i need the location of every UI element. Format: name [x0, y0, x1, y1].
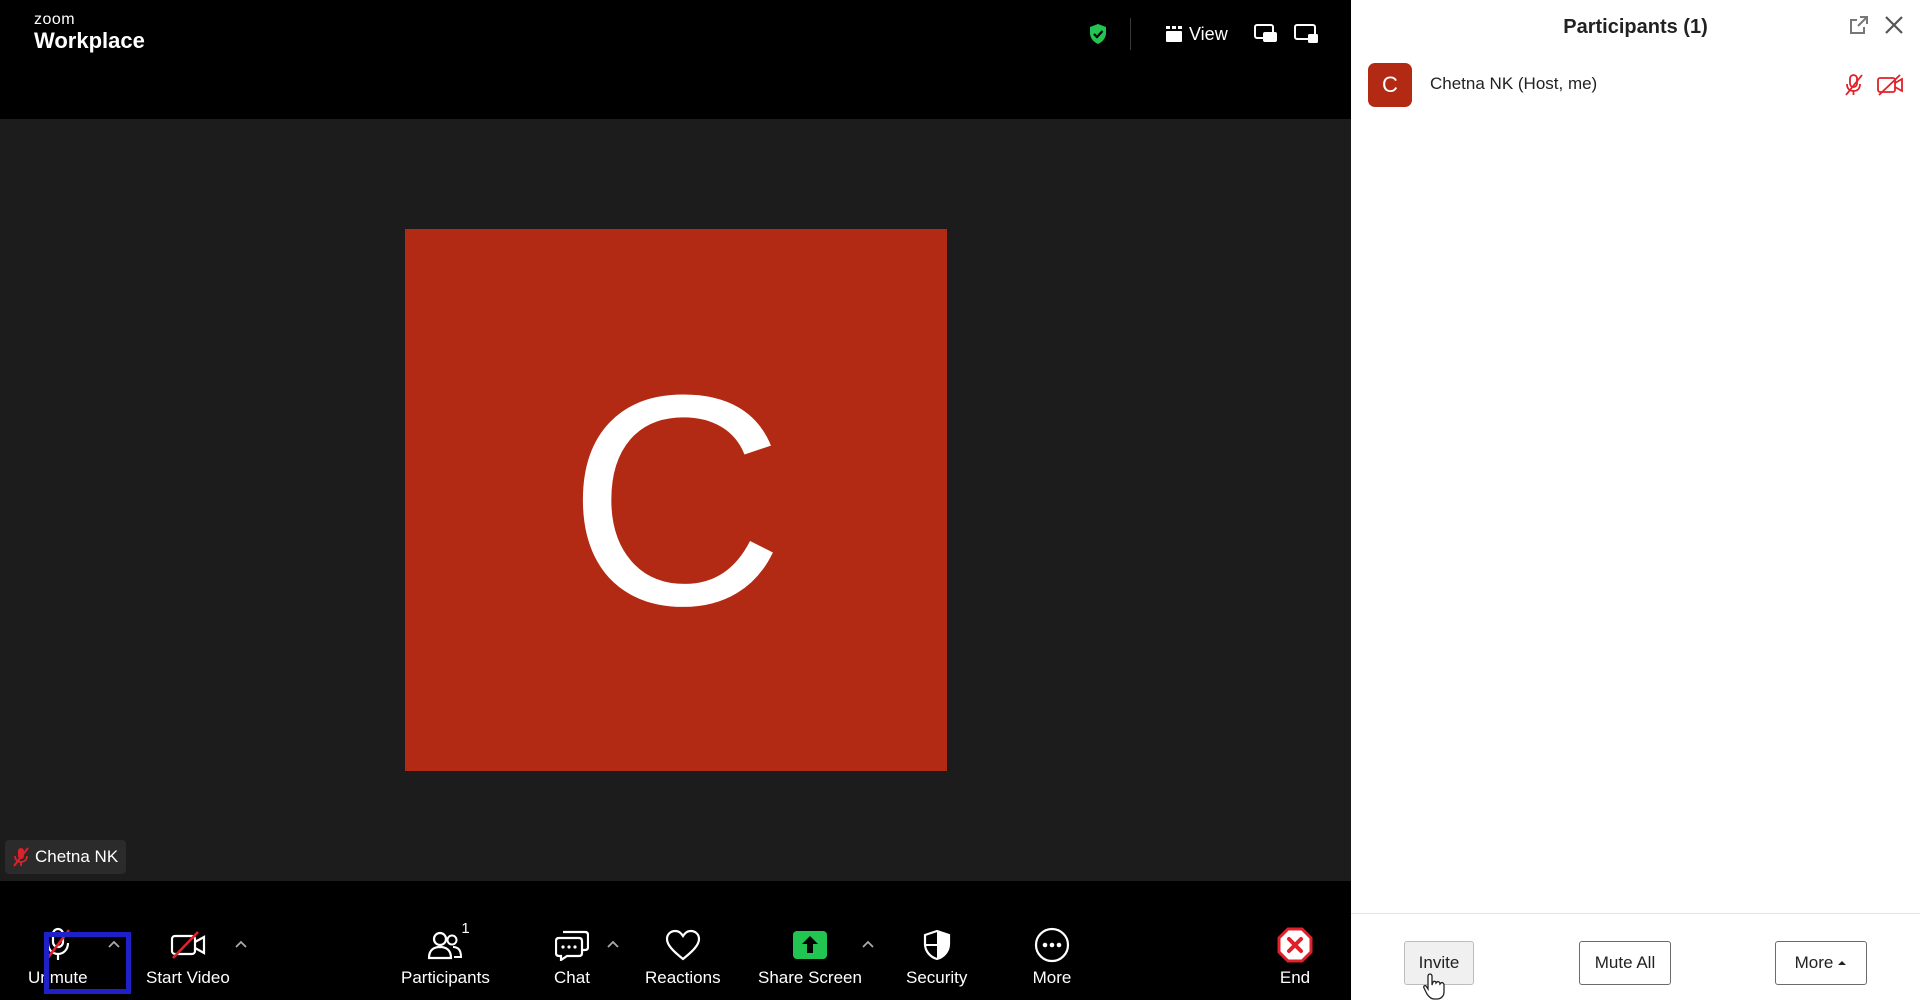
participant-avatar-tile[interactable]: C: [405, 229, 947, 771]
security-button[interactable]: Security: [906, 926, 967, 988]
security-shield-icon: [923, 929, 950, 961]
chat-icon: [555, 930, 589, 961]
panel-more-button[interactable]: More: [1775, 941, 1867, 985]
participant-name-tag: Chetna NK: [5, 840, 127, 874]
mute-all-button[interactable]: Mute All: [1579, 941, 1671, 985]
more-dots-icon: [1034, 927, 1070, 963]
participants-count-badge: 1: [461, 920, 470, 937]
participant-avatar: C: [1368, 63, 1412, 107]
participants-label: Participants: [401, 968, 490, 987]
heart-icon: [665, 929, 700, 961]
reactions-button[interactable]: Reactions: [645, 926, 721, 988]
end-meeting-button[interactable]: End: [1275, 926, 1315, 988]
pop-out-icon[interactable]: [1848, 14, 1870, 36]
fullscreen-icon[interactable]: [1293, 22, 1319, 46]
chat-label: Chat: [554, 968, 590, 987]
zoom-workplace-logo: zoom Workplace: [34, 12, 145, 52]
chat-options-caret-icon[interactable]: [605, 938, 621, 950]
name-tag-label: Chetna NK: [35, 847, 119, 866]
logo-line-1: zoom: [34, 11, 76, 28]
reactions-label: Reactions: [645, 968, 721, 987]
logo-line-2: Workplace: [34, 28, 145, 53]
muted-mic-icon[interactable]: [1842, 73, 1866, 97]
more-label: More: [1032, 968, 1072, 987]
caret-up-icon: [1838, 961, 1847, 965]
encryption-shield-icon[interactable]: [1087, 23, 1109, 45]
hand-cursor-icon: [1423, 973, 1445, 1000]
start-video-label: Start Video: [146, 968, 230, 987]
participant-name: Chetna NK (Host, me): [1430, 74, 1598, 93]
top-divider: [1130, 18, 1131, 50]
end-label: End: [1279, 968, 1311, 987]
top-bar: zoom Workplace View: [0, 0, 1351, 119]
participant-row[interactable]: C Chetna NK (Host, me): [1351, 62, 1920, 108]
start-video-button[interactable]: Start Video: [146, 926, 230, 988]
share-screen-icon: [792, 931, 827, 959]
share-screen-label: Share Screen: [758, 968, 862, 987]
view-label: View: [1189, 23, 1228, 44]
panel-more-label: More: [1794, 953, 1834, 972]
share-options-caret-icon[interactable]: [860, 938, 876, 950]
security-label: Security: [906, 968, 968, 987]
video-stage: C Chetna NK: [0, 119, 1351, 881]
view-grid-icon: [1166, 26, 1182, 42]
video-off-icon: [170, 931, 205, 959]
panel-title: Participants (1): [1563, 16, 1708, 38]
participants-icon: [428, 931, 463, 960]
invite-highlight: [44, 932, 131, 994]
muted-mic-icon: [13, 847, 29, 867]
end-call-icon: [1277, 927, 1313, 963]
share-screen-button[interactable]: Share Screen: [758, 926, 862, 988]
chat-button[interactable]: Chat: [552, 926, 592, 988]
more-button[interactable]: More: [1032, 926, 1072, 988]
view-button[interactable]: View: [1165, 21, 1228, 47]
close-icon[interactable]: [1883, 14, 1905, 36]
avatar-letter: C: [567, 332, 785, 668]
meeting-area: zoom Workplace View C Chetna NK Unmute S…: [0, 0, 1351, 1000]
participants-panel: Participants (1) C Chetna NK (Host, me): [1351, 0, 1920, 1000]
picture-in-picture-icon[interactable]: [1253, 22, 1279, 46]
video-off-icon[interactable]: [1876, 73, 1904, 97]
participants-button[interactable]: 1 Participants: [401, 920, 490, 988]
video-options-caret-icon[interactable]: [233, 938, 249, 950]
meeting-toolbar: Unmute Start Video 1 Participants Chat R…: [0, 881, 1351, 1000]
